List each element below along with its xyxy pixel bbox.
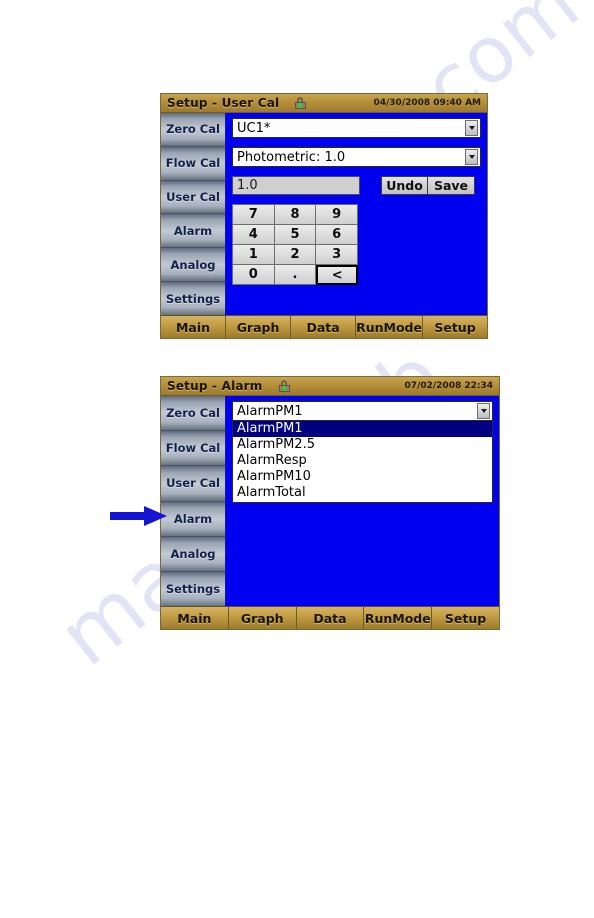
chevron-down-icon[interactable] <box>465 149 478 165</box>
tab-main[interactable]: Main <box>161 607 229 629</box>
key-4[interactable]: 4 <box>233 225 275 245</box>
key-2[interactable]: 2 <box>274 245 317 265</box>
list-item[interactable]: AlarmTotal <box>233 485 492 501</box>
sidebar-item-zero-cal[interactable]: Zero Cal <box>161 113 225 147</box>
sidebar-item-label: Flow Cal <box>165 441 221 456</box>
screen-body-alarm: Zero Cal Flow Cal User Cal Alarm Analog … <box>161 396 499 607</box>
key-6[interactable]: 6 <box>316 225 358 245</box>
cal-select-dropdown[interactable]: UC1* <box>232 118 481 138</box>
sidebar-user-cal: Zero Cal Flow Cal User Cal Alarm Analog … <box>161 113 226 315</box>
sidebar-item-flow-cal[interactable]: Flow Cal <box>161 146 225 181</box>
tab-runmode[interactable]: RunMode <box>356 316 423 338</box>
sidebar-item-user-cal[interactable]: User Cal <box>161 180 225 215</box>
tab-data[interactable]: Data <box>291 316 357 338</box>
content-alarm: AlarmPM1 AlarmPM1 AlarmPM2.5 AlarmResp A… <box>226 396 499 606</box>
sidebar-item-label: Analog <box>170 257 216 272</box>
sidebar-item-zero-cal[interactable]: Zero Cal <box>161 396 225 432</box>
key-9[interactable]: 9 <box>316 205 358 225</box>
sidebar-alarm: Zero Cal Flow Cal User Cal Alarm Analog … <box>161 396 226 607</box>
screen-body-user-cal: Zero Cal Flow Cal User Cal Alarm Analog … <box>161 113 487 315</box>
sidebar-item-analog[interactable]: Analog <box>161 536 225 572</box>
sidebar-item-label: Zero Cal <box>166 122 220 137</box>
status-clock: 04/30/2008 09:40 AM <box>373 98 481 108</box>
value-entry-row: 1.0 Undo Save <box>232 176 481 195</box>
sidebar-item-label: Settings <box>165 581 221 596</box>
tab-setup[interactable]: Setup <box>422 316 488 338</box>
value-input[interactable]: 1.0 <box>232 176 360 195</box>
navbar-alarm: Main Graph Data RunMode Setup <box>161 606 499 629</box>
chevron-down-icon[interactable] <box>465 120 478 136</box>
save-button[interactable]: Save <box>428 176 475 195</box>
sidebar-item-label: Alarm <box>173 511 213 526</box>
alarm-select-dropdown[interactable]: AlarmPM1 <box>232 401 493 421</box>
tab-setup[interactable]: Setup <box>432 607 499 629</box>
navbar-user-cal: Main Graph Data RunMode Setup <box>161 315 488 338</box>
sidebar-item-label: User Cal <box>166 476 220 491</box>
list-item[interactable]: AlarmPM10 <box>233 469 492 485</box>
sidebar-item-alarm[interactable]: Alarm <box>161 214 225 249</box>
sidebar-item-settings[interactable]: Settings <box>161 282 225 315</box>
list-item[interactable]: AlarmPM2.5 <box>233 437 492 453</box>
padlock-icon <box>278 380 290 392</box>
sidebar-item-label: Alarm <box>173 223 213 238</box>
cal-select-value: UC1* <box>237 120 271 136</box>
tab-data[interactable]: Data <box>296 607 365 629</box>
sidebar-item-flow-cal[interactable]: Flow Cal <box>161 431 225 467</box>
key-7[interactable]: 7 <box>233 205 275 225</box>
list-item[interactable]: AlarmResp <box>233 453 492 469</box>
device-screen-user-cal: Setup - User Cal 04/30/2008 09:40 AM Zer… <box>160 93 488 339</box>
key-5[interactable]: 5 <box>274 225 317 245</box>
sidebar-item-label: Flow Cal <box>165 156 221 171</box>
device-screen-alarm: Setup - Alarm 07/02/2008 22:34 Zero Cal … <box>160 376 500 630</box>
numeric-keypad: 7 8 9 4 5 6 1 2 3 0 . < <box>232 204 358 285</box>
titlebar-user-cal: Setup - User Cal 04/30/2008 09:40 AM <box>161 94 487 113</box>
sidebar-item-settings[interactable]: Settings <box>161 571 225 607</box>
sidebar-item-alarm[interactable]: Alarm <box>161 501 225 537</box>
key-decimal[interactable]: . <box>274 265 317 285</box>
sidebar-item-label: Analog <box>170 546 216 561</box>
chevron-down-icon[interactable] <box>477 403 490 419</box>
page-title: Setup - User Cal <box>167 96 280 110</box>
tab-runmode[interactable]: RunMode <box>364 607 433 629</box>
key-backspace[interactable]: < <box>316 265 358 285</box>
alarm-dropdown-options: AlarmPM1 AlarmPM2.5 AlarmResp AlarmPM10 … <box>232 421 493 503</box>
alarm-select-value: AlarmPM1 <box>237 403 303 419</box>
key-1[interactable]: 1 <box>233 245 275 265</box>
sidebar-item-analog[interactable]: Analog <box>161 248 225 283</box>
list-item[interactable]: AlarmPM1 <box>233 421 492 437</box>
content-user-cal: UC1* Photometric: 1.0 1.0 Undo Save 7 8 … <box>226 113 487 315</box>
padlock-icon <box>295 97 307 109</box>
undo-button[interactable]: Undo <box>381 176 428 195</box>
mode-select-dropdown[interactable]: Photometric: 1.0 <box>232 147 481 167</box>
sidebar-item-label: User Cal <box>166 190 220 205</box>
key-8[interactable]: 8 <box>274 205 317 225</box>
sidebar-item-label: Settings <box>165 291 221 306</box>
tab-graph[interactable]: Graph <box>226 316 292 338</box>
sidebar-item-label: Zero Cal <box>166 406 220 421</box>
tab-main[interactable]: Main <box>161 316 227 338</box>
page-title: Setup - Alarm <box>167 379 263 393</box>
mode-select-value: Photometric: 1.0 <box>237 149 346 165</box>
status-clock: 07/02/2008 22:34 <box>404 381 493 391</box>
tab-graph[interactable]: Graph <box>228 607 297 629</box>
key-3[interactable]: 3 <box>316 245 358 265</box>
sidebar-item-user-cal[interactable]: User Cal <box>161 466 225 502</box>
key-0[interactable]: 0 <box>233 265 275 285</box>
titlebar-alarm: Setup - Alarm 07/02/2008 22:34 <box>161 377 499 396</box>
